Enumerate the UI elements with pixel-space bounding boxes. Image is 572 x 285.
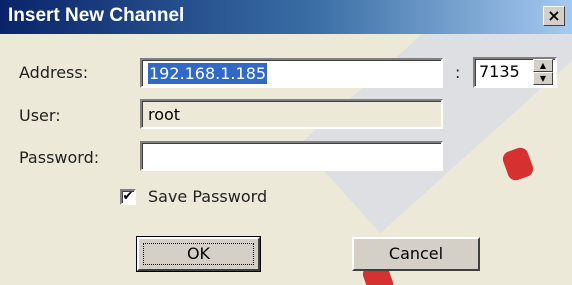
title-bar[interactable]: Insert New Channel ×	[0, 0, 572, 34]
user-field: root	[140, 99, 443, 129]
spin-up-button[interactable]: ▲	[533, 59, 553, 72]
user-label: User:	[19, 106, 61, 125]
password-label: Password:	[19, 148, 100, 167]
checkmark-icon: ✔	[122, 189, 134, 204]
chevron-down-icon: ▼	[539, 74, 547, 83]
cancel-button-label: Cancel	[388, 244, 444, 263]
save-password-label: Save Password	[148, 187, 268, 206]
address-input[interactable]: 192.168.1.185	[140, 58, 443, 88]
ok-button[interactable]: OK	[136, 236, 261, 272]
spin-down-button[interactable]: ▼	[533, 72, 553, 85]
insert-new-channel-dialog: Insert New Channel × Address: 192.168.1.…	[0, 0, 572, 285]
focus-rect	[143, 243, 254, 265]
cancel-button[interactable]: Cancel	[352, 237, 480, 271]
close-icon: ×	[547, 6, 561, 25]
port-separator: :	[455, 63, 461, 82]
save-password-checkbox[interactable]: ✔	[120, 189, 136, 205]
watermark-mark	[500, 145, 536, 183]
user-value: root	[148, 105, 181, 124]
close-button[interactable]: ×	[543, 6, 565, 26]
password-input[interactable]	[140, 141, 443, 171]
port-spin-buttons: ▲ ▼	[533, 59, 553, 85]
chevron-up-icon: ▲	[539, 61, 547, 70]
port-value: 7135	[479, 62, 520, 81]
address-value: 192.168.1.185	[148, 63, 268, 84]
dialog-body: Address: 192.168.1.185 : 7135 ▲ ▼ User: …	[0, 34, 572, 285]
dialog-title: Insert New Channel	[8, 5, 185, 26]
address-label: Address:	[19, 63, 89, 82]
